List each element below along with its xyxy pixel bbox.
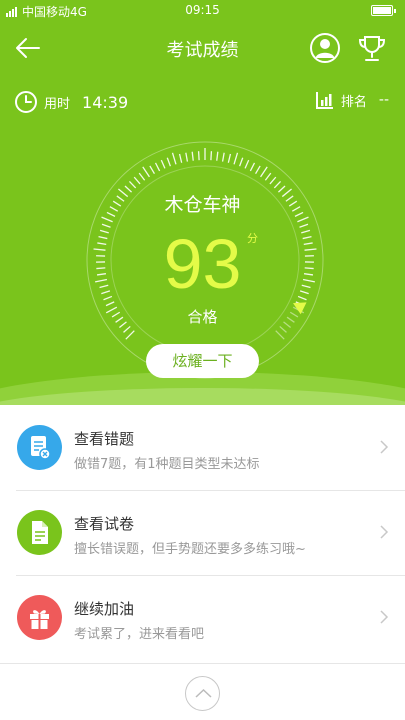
- trophy-button[interactable]: [356, 32, 388, 64]
- rank-title: 木仓车神: [164, 194, 241, 216]
- gauge-tick: [178, 153, 183, 163]
- gauge-tick: [123, 325, 131, 333]
- clock-icon: [15, 91, 37, 113]
- gauge-tick: [128, 180, 137, 189]
- divider: [0, 663, 405, 664]
- score-value: 93: [163, 225, 242, 303]
- gauge-tick: [233, 152, 239, 165]
- ranking[interactable]: 排名 --: [315, 90, 389, 110]
- gauge-tick: [171, 152, 177, 165]
- list-item-desc: 考试累了，进来看看吧: [74, 627, 205, 642]
- gauge-tick: [166, 157, 171, 167]
- status-bar: 中国移动4G 09:15: [0, 0, 405, 22]
- gauge-tick: [210, 151, 213, 161]
- gauge-tick: [138, 172, 146, 181]
- gauge-tick: [227, 153, 232, 163]
- chevron-right-icon: [380, 610, 389, 624]
- list-item-keep-going[interactable]: 继续加油 考试累了，进来看看吧: [0, 575, 405, 660]
- chevron-up-icon: [195, 688, 212, 698]
- bar-chart-icon: [315, 92, 333, 109]
- time-used: 用时 14:39: [14, 90, 128, 114]
- gauge-tick: [244, 159, 250, 169]
- time-label: 用时: [44, 96, 71, 112]
- wrong-answers-icon: [17, 425, 62, 470]
- exam-paper-icon: [17, 510, 62, 555]
- gauge-tick: [197, 151, 200, 161]
- list-item-wrong-answers[interactable]: 查看错题 做错7题，有1种题目类型未达标: [0, 405, 405, 490]
- gauge-tick: [191, 151, 194, 161]
- gauge-tick: [125, 330, 135, 340]
- list-item-title: 继续加油: [74, 600, 135, 618]
- gauge-tick: [264, 172, 272, 181]
- list-item-title: 查看试卷: [74, 515, 135, 533]
- chevron-right-icon: [380, 525, 389, 539]
- gauge-tick: [160, 159, 166, 169]
- gauge-tick: [297, 216, 309, 223]
- page-title: 考试成绩: [166, 40, 239, 61]
- battery-icon: [371, 5, 396, 16]
- nav-bar: 考试成绩: [0, 28, 405, 68]
- action-list: 查看错题 做错7题，有1种题目类型未达标 查看试卷 擅长错误题，但手势题还要多多…: [0, 405, 405, 660]
- info-row: 用时 14:39 排名 --: [0, 88, 405, 116]
- gauge-tick: [142, 166, 150, 178]
- share-button[interactable]: 炫耀一下: [146, 344, 259, 378]
- list-item-exam-paper[interactable]: 查看试卷 擅长错误题，但手势题还要多多练习哦~: [0, 490, 405, 575]
- profile-button[interactable]: [309, 32, 341, 64]
- rank-value: --: [378, 92, 389, 108]
- rank-label: 排名: [340, 94, 367, 110]
- gauge-tick: [279, 325, 287, 333]
- gauge-tick: [221, 152, 225, 162]
- list-item-title: 查看错题: [74, 430, 135, 448]
- gauge-tick: [260, 166, 268, 178]
- list-item-desc: 擅长错误题，但手势题还要多多练习哦~: [74, 542, 306, 557]
- gauge-tick: [185, 152, 189, 162]
- pass-status: 合格: [187, 308, 218, 326]
- status-time: 09:15: [185, 3, 220, 17]
- gauge-tick: [149, 165, 155, 175]
- gauge-tick: [273, 180, 282, 189]
- gauge-tick: [154, 162, 161, 172]
- gauge-tick: [249, 162, 256, 172]
- trophy-icon: [358, 36, 386, 61]
- time-value: 14:39: [82, 92, 129, 112]
- collapse-button[interactable]: [185, 676, 220, 711]
- gauge-tick: [239, 157, 244, 167]
- score-unit: 分: [247, 232, 258, 245]
- gauge-tick: [269, 176, 277, 185]
- gauge-tick: [133, 176, 141, 185]
- chevron-right-icon: [380, 440, 389, 454]
- gift-icon: [17, 595, 62, 640]
- gauge-tick: [101, 216, 113, 223]
- list-item-desc: 做错7题，有1种题目类型未达标: [74, 457, 260, 472]
- profile-icon: [310, 33, 340, 63]
- gauge-tick: [216, 151, 219, 161]
- gauge-tick: [275, 330, 285, 340]
- gauge-tick: [255, 165, 261, 175]
